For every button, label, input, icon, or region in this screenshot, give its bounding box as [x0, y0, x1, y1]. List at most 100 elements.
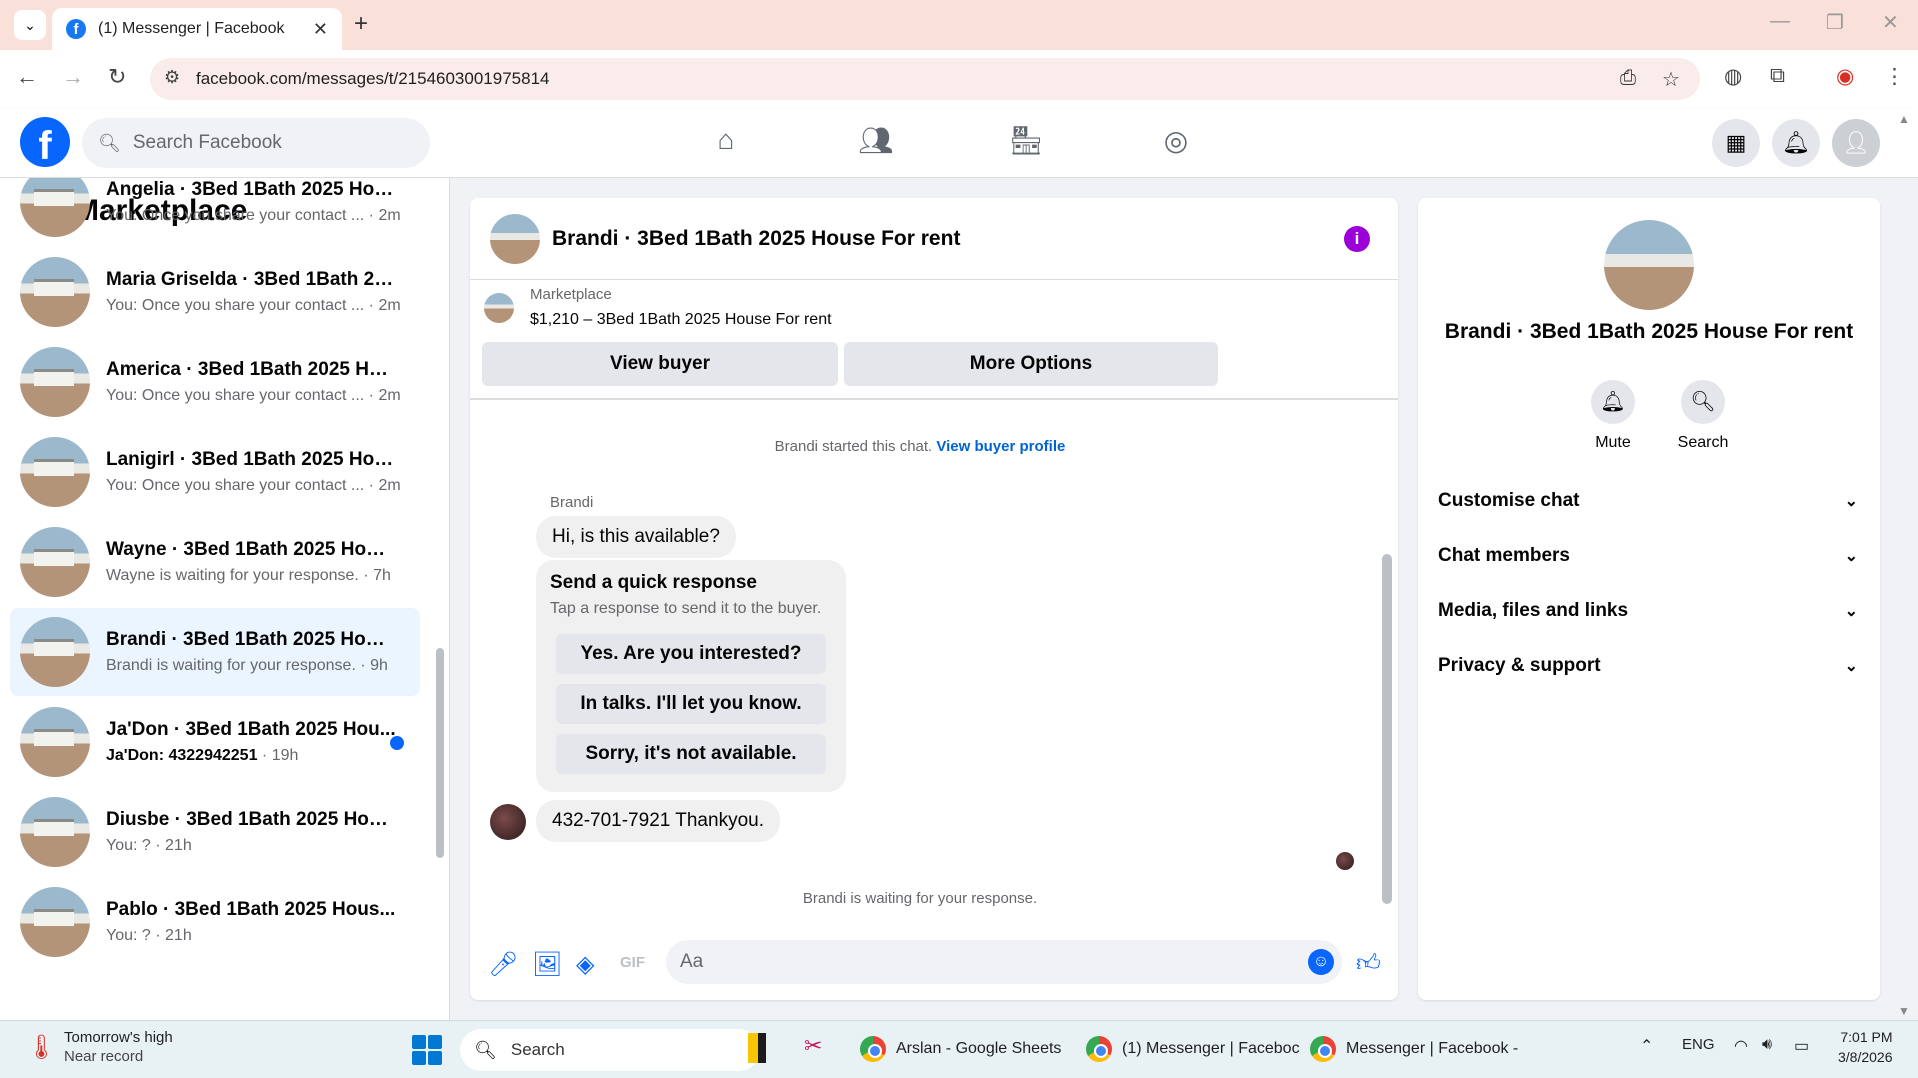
tab-title: (1) Messenger | Facebook [98, 20, 285, 37]
message-input-wrapper[interactable]: ☺ [666, 940, 1342, 984]
close-window-button[interactable]: ✕ [1882, 10, 1899, 35]
taskbar-app-google-sheets[interactable]: Arslan - Google Sheets [860, 1036, 1061, 1062]
quick-response-title: Send a quick response [550, 572, 757, 593]
profile-icon[interactable]: ◉ [1836, 64, 1854, 89]
listing-title[interactable]: $1,210 – 3Bed 1Bath 2025 House For rent [530, 311, 832, 329]
wifi-icon[interactable]: ◠ [1734, 1036, 1748, 1056]
gif-icon[interactable]: GIF [620, 954, 645, 971]
page-scroll-down-icon[interactable]: ▼ [1898, 1004, 1910, 1018]
emoji-icon[interactable]: ☺ [1308, 949, 1334, 975]
snipping-tool-icon[interactable]: ✂ [804, 1033, 822, 1059]
conversation-item[interactable]: Ja'Don · 3Bed 1Bath 2025 Hou... Ja'Don: 4… [10, 698, 420, 786]
volume-icon[interactable]: 🔊︎ [1762, 1036, 1772, 1054]
bell-icon[interactable]: 🔔︎ [1591, 380, 1635, 424]
listing-thumbnail[interactable] [484, 292, 514, 323]
section-label: Customise chat [1438, 490, 1580, 511]
system-tray-chevron-icon[interactable]: ⌃ [1640, 1036, 1653, 1056]
conversation-avatar [20, 437, 90, 507]
customise-chat-section[interactable]: Customise chat ⌄ [1438, 490, 1858, 512]
thumbs-up-icon[interactable]: 👍︎ [1356, 950, 1381, 978]
view-buyer-profile-link[interactable]: View buyer profile [936, 438, 1065, 455]
extensions-icon[interactable]: ⧉ [1770, 64, 1785, 88]
photo-icon[interactable]: 🖼︎ [532, 950, 562, 979]
account-avatar[interactable]: 👤︎ [1832, 119, 1880, 167]
quick-response-yes-button[interactable]: Yes. Are you interested? [556, 634, 826, 674]
facebook-logo-icon[interactable]: f [20, 117, 70, 168]
url-text[interactable]: facebook.com/messages/t/2154603001975814 [196, 69, 549, 89]
conversation-time: 21h [165, 927, 192, 944]
privacy-support-section[interactable]: Privacy & support ⌄ [1438, 655, 1858, 677]
close-tab-icon[interactable]: ✕ [313, 19, 328, 40]
info-avatar[interactable] [1604, 220, 1694, 310]
sender-name: Brandi [550, 494, 594, 511]
install-app-icon[interactable]: ⎙ [1620, 67, 1636, 90]
battery-icon[interactable]: ▭ [1794, 1036, 1809, 1056]
conversation-item[interactable]: Pablo · 3Bed 1Bath 2025 Hous... You: ? · … [10, 878, 420, 966]
page-scroll-up-icon[interactable]: ▲ [1898, 112, 1910, 126]
bookmark-star-icon[interactable]: ☆ [1662, 67, 1680, 92]
conversation-time: 2m [378, 207, 401, 224]
more-options-button[interactable]: More Options [844, 342, 1218, 386]
minimize-button[interactable]: — [1770, 10, 1790, 33]
translate-icon[interactable]: ◍ [1724, 64, 1742, 89]
browser-tab[interactable]: f (1) Messenger | Facebook ✕ [52, 8, 342, 50]
notifications-bell-icon[interactable]: 🔔︎ [1772, 119, 1820, 167]
language-indicator[interactable]: ENG [1682, 1036, 1715, 1053]
view-buyer-button[interactable]: View buyer [482, 342, 838, 386]
home-icon[interactable]: ⌂ [706, 124, 746, 164]
clock-date: 3/8/2026 [1838, 1049, 1893, 1065]
back-arrow-icon[interactable]: ← [16, 64, 38, 90]
weather-widget[interactable]: 🌡︎ Tomorrow's high Near record [26, 1029, 173, 1065]
restore-button[interactable]: ❐ [1826, 10, 1844, 35]
chat-title[interactable]: Brandi · 3Bed 1Bath 2025 House For rent [552, 227, 960, 251]
new-tab-button[interactable]: + [354, 10, 368, 38]
media-files-links-section[interactable]: Media, files and links ⌄ [1438, 600, 1858, 622]
microphone-icon[interactable]: 🎤︎ [488, 950, 518, 979]
conversation-preview: You: Once you share your contact ... · 2… [106, 207, 401, 224]
tab-list-button[interactable]: ⌄ [14, 10, 46, 40]
taskbar-app-messenger-1[interactable]: (1) Messenger | Faceboc [1086, 1036, 1300, 1062]
info-icon[interactable]: i [1344, 226, 1370, 252]
conversation-item[interactable]: Wayne · 3Bed 1Bath 2025 House... Wayne is… [10, 518, 420, 606]
conversation-item[interactable]: America · 3Bed 1Bath 2025 Hous... You: On… [10, 338, 420, 426]
taskbar-search[interactable]: 🔍︎ Search [460, 1029, 760, 1071]
groups-icon[interactable]: ◎ [1156, 124, 1196, 164]
quick-response-in-talks-button[interactable]: In talks. I'll let you know. [556, 684, 826, 724]
conversation-preview: Brandi is waiting for your response. · 9… [106, 657, 388, 674]
search-action[interactable]: 🔍︎ Search [1658, 380, 1748, 452]
sender-avatar[interactable] [490, 804, 526, 840]
sticky-notes-icon[interactable] [748, 1033, 766, 1063]
mute-action[interactable]: 🔔︎ Mute [1568, 380, 1658, 452]
quick-response-not-available-button[interactable]: Sorry, it's not available. [556, 734, 826, 774]
chat-avatar[interactable] [490, 213, 540, 264]
facebook-search[interactable]: 🔍︎ [82, 118, 430, 168]
message-bubble: Hi, is this available? [536, 516, 736, 558]
facebook-search-input[interactable] [132, 132, 413, 154]
conversation-item[interactable]: Maria Griselda · 3Bed 1Bath 202... You: O… [10, 248, 420, 336]
menu-dots-icon[interactable]: ⋮ [1884, 64, 1905, 89]
sticker-icon[interactable]: ◈ [576, 950, 594, 979]
reload-icon[interactable]: ↻ [108, 64, 126, 90]
conversation-item[interactable]: Lanigirl · 3Bed 1Bath 2025 Hous... You: O… [10, 428, 420, 516]
address-bar[interactable]: ⚙ facebook.com/messages/t/21546030019758… [150, 58, 1700, 100]
conversation-item[interactable]: Diusbe · 3Bed 1Bath 2025 House... You: ? … [10, 788, 420, 876]
conversation-avatar [20, 797, 90, 867]
windows-start-icon[interactable] [412, 1035, 442, 1065]
conversation-time: 7h [373, 567, 391, 584]
chat-scrollbar[interactable] [1382, 554, 1392, 904]
forward-arrow-icon[interactable]: → [62, 64, 84, 90]
menu-grid-icon[interactable]: ▦ [1712, 119, 1760, 167]
search-icon[interactable]: 🔍︎ [1681, 380, 1725, 424]
marketplace-icon[interactable]: 🏪︎ [1006, 124, 1046, 164]
chat-members-section[interactable]: Chat members ⌄ [1438, 545, 1858, 567]
chat-window: Brandi · 3Bed 1Bath 2025 House For rent … [470, 198, 1398, 1000]
friends-icon[interactable]: 👥︎ [856, 124, 896, 164]
section-label: Media, files and links [1438, 600, 1629, 621]
taskbar-app-messenger-2[interactable]: Messenger | Facebook - [1310, 1036, 1518, 1062]
conversation-item[interactable]: Angelia · 3Bed 1Bath 2025 Hous... You: On… [10, 178, 420, 246]
clock[interactable]: 7:01 PM 3/8/2026 [1838, 1029, 1893, 1065]
sidebar-scrollbar[interactable] [436, 648, 444, 858]
site-info-icon[interactable]: ⚙ [164, 67, 180, 88]
message-input[interactable] [680, 940, 1260, 984]
conversation-item[interactable]: Brandi · 3Bed 1Bath 2025 House ... Brandi… [10, 608, 420, 696]
